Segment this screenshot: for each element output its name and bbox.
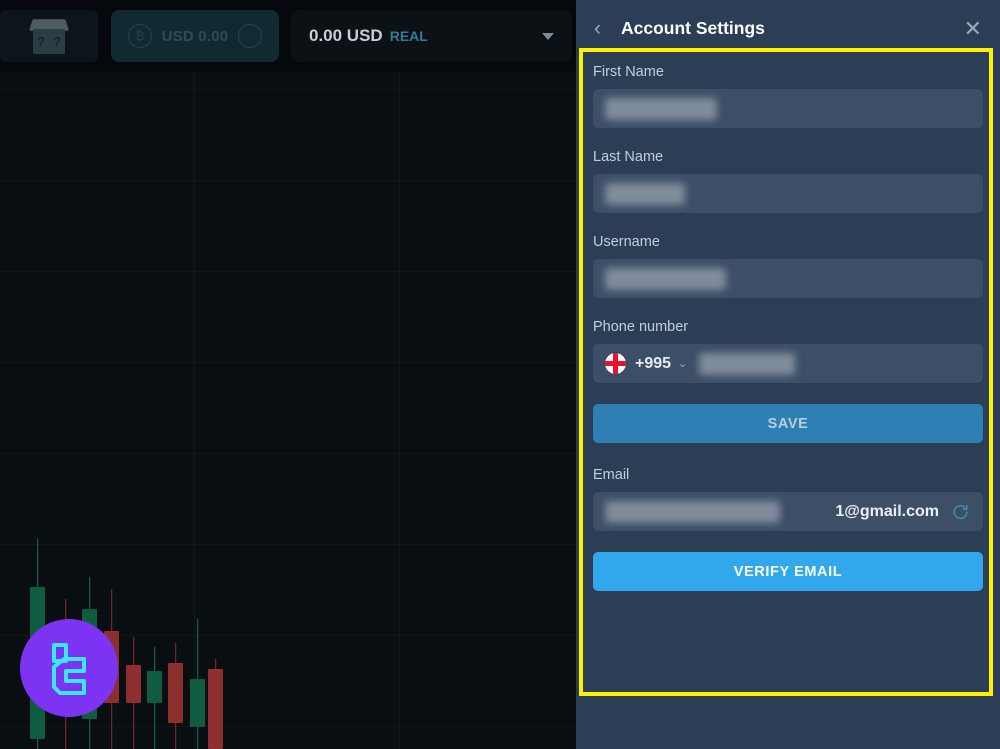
page-title: Account Settings: [621, 18, 765, 38]
balance-amount: 0.00 USD: [309, 26, 383, 45]
last-name-input[interactable]: [593, 174, 983, 213]
field-first-name: First Name: [593, 52, 983, 128]
phone-number-label: Phone number: [593, 319, 689, 335]
candle: [168, 643, 183, 749]
email-input[interactable]: 1@gmail.com: [593, 492, 983, 531]
first-name-label: First Name: [593, 64, 664, 80]
dial-code: +995: [635, 354, 672, 372]
username-input[interactable]: [593, 259, 983, 298]
redacted-value: [605, 97, 717, 120]
caret-down-icon: [542, 32, 554, 40]
account-type-badge: REAL: [389, 28, 428, 44]
field-phone-number: Phone number +995 ⌄: [593, 319, 983, 383]
georgia-flag-icon: [605, 353, 626, 374]
wallet-button[interactable]: ₿ USD 0.00 ◌: [111, 10, 279, 62]
redacted-value: [605, 182, 685, 205]
gift-icon: ◌: [238, 24, 263, 48]
field-last-name: Last Name: [593, 149, 983, 213]
candle: [190, 619, 205, 749]
last-name-label: Last Name: [593, 149, 664, 165]
redacted-value: [699, 352, 796, 375]
account-settings-panel: ‹ Account Settings ✕ First Name Last Nam…: [576, 0, 1000, 749]
email-value: 1@gmail.com: [835, 502, 939, 520]
balance-selector[interactable]: 0.00 USD REAL: [291, 10, 572, 62]
close-icon[interactable]: ✕: [964, 17, 982, 40]
save-button[interactable]: SAVE: [593, 404, 983, 443]
trading-workspace: ?? ₿ USD 0.00 ◌ 0.00 USD REAL: [0, 0, 576, 749]
app-root: ?? ₿ USD 0.00 ◌ 0.00 USD REAL ‹ Account …: [0, 0, 1000, 749]
panel-header: ‹ Account Settings ✕: [576, 0, 1000, 57]
candle: [126, 637, 141, 749]
phone-number-input[interactable]: +995 ⌄: [593, 344, 983, 383]
field-username: Username: [593, 234, 983, 298]
mystery-box-button[interactable]: ??: [0, 10, 98, 62]
chevron-down-icon[interactable]: ⌄: [678, 357, 687, 370]
coin-icon: ₿: [127, 24, 152, 48]
account-settings-form: First Name Last Name Username Phone numb…: [576, 52, 1000, 749]
redacted-value: [605, 267, 726, 290]
candle: [147, 647, 162, 749]
brand-logo-icon: [20, 619, 118, 717]
first-name-input[interactable]: [593, 89, 983, 128]
refresh-icon[interactable]: [951, 502, 970, 521]
username-label: Username: [593, 234, 660, 250]
field-email: Email 1@gmail.com: [593, 467, 983, 531]
mystery-cube-icon: ??: [27, 18, 71, 54]
wallet-amount: USD 0.00: [161, 27, 229, 45]
redacted-value: [605, 501, 780, 523]
verify-email-button[interactable]: VERIFY EMAIL: [593, 552, 983, 591]
candle: [208, 659, 223, 749]
chevron-left-icon[interactable]: ‹: [594, 18, 612, 39]
top-toolbar: ?? ₿ USD 0.00 ◌ 0.00 USD REAL: [0, 0, 576, 72]
email-label: Email: [593, 467, 630, 483]
